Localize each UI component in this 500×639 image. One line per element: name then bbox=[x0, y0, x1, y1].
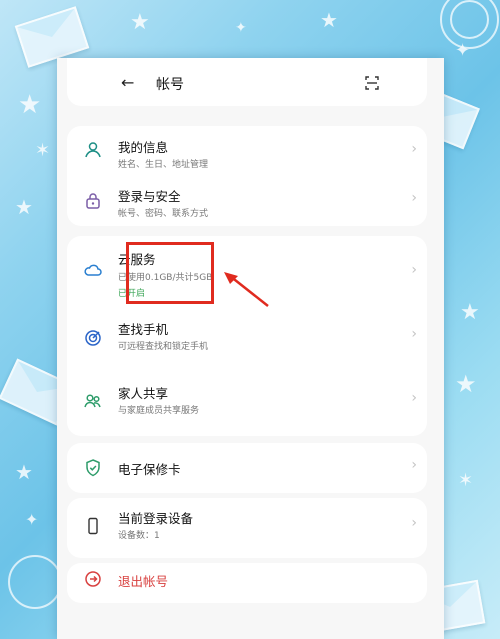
logout-icon bbox=[85, 571, 101, 587]
star-decoration: ★ bbox=[320, 8, 338, 32]
lock-icon bbox=[86, 193, 100, 209]
row-label: 查找手机 bbox=[118, 322, 169, 337]
row-subtitle: 可远程查找和锁定手机 bbox=[118, 342, 209, 352]
row-login-devices[interactable]: 当前登录设备 设备数：1 › bbox=[67, 498, 427, 558]
account-screen: ← 帐号 我的信息 姓名、生日、地址管理 › 登录与安全 帐号、密码、联系方式 bbox=[57, 58, 444, 639]
phone-icon bbox=[88, 517, 98, 535]
row-subtitle: 帐号、密码、联系方式 bbox=[118, 209, 209, 219]
row-family-share[interactable]: 家人共享 与家庭成员共享服务 › bbox=[67, 371, 427, 436]
page-title: 帐号 bbox=[156, 77, 184, 93]
row-label: 登录与安全 bbox=[118, 189, 181, 204]
row-find-phone[interactable]: 查找手机 可远程查找和锁定手机 › bbox=[67, 306, 427, 371]
cloud-icon bbox=[84, 264, 102, 276]
info-card: 我的信息 姓名、生日、地址管理 › 登录与安全 帐号、密码、联系方式 › bbox=[67, 126, 427, 226]
star-decoration: ★ bbox=[455, 370, 477, 398]
row-label: 当前登录设备 bbox=[118, 511, 194, 526]
scan-icon[interactable] bbox=[365, 76, 379, 90]
star-decoration: ★ bbox=[130, 10, 150, 35]
shield-icon bbox=[86, 459, 100, 477]
chevron-right-icon: › bbox=[411, 326, 417, 342]
row-my-info[interactable]: 我的信息 姓名、生日、地址管理 › bbox=[67, 126, 427, 176]
star-decoration: ★ bbox=[18, 90, 42, 120]
star-decoration: ✶ bbox=[458, 470, 474, 491]
star-decoration: ★ bbox=[15, 195, 33, 219]
warranty-card: 电子保修卡 › bbox=[67, 443, 427, 493]
annotation-highlight-box bbox=[126, 242, 214, 304]
row-subtitle: 与家庭成员共享服务 bbox=[118, 406, 200, 416]
target-icon bbox=[85, 330, 101, 346]
devices-card: 当前登录设备 设备数：1 › bbox=[67, 498, 427, 558]
row-label: 我的信息 bbox=[118, 140, 169, 155]
logout-card: 退出帐号 bbox=[67, 563, 427, 603]
star-decoration: ✦ bbox=[235, 20, 247, 36]
chevron-right-icon: › bbox=[411, 457, 417, 473]
row-subtitle: 设备数：1 bbox=[118, 531, 160, 541]
logout-label: 退出帐号 bbox=[118, 574, 169, 589]
annotation-arrow-icon bbox=[224, 272, 269, 307]
star-decoration: ★ bbox=[15, 460, 33, 484]
person-icon bbox=[85, 142, 101, 158]
star-decoration: ✦ bbox=[455, 40, 471, 61]
circle-decoration bbox=[8, 555, 62, 609]
arrow-left-icon[interactable]: ← bbox=[121, 73, 134, 92]
logout-button[interactable]: 退出帐号 bbox=[67, 563, 427, 603]
chevron-right-icon: › bbox=[411, 262, 417, 278]
star-decoration: ✶ bbox=[35, 140, 51, 161]
star-decoration: ✦ bbox=[25, 510, 39, 529]
row-warranty[interactable]: 电子保修卡 › bbox=[67, 443, 427, 493]
circle-decoration bbox=[450, 0, 489, 39]
app-header: ← 帐号 bbox=[57, 68, 444, 108]
chevron-right-icon: › bbox=[411, 141, 417, 157]
row-subtitle: 姓名、生日、地址管理 bbox=[118, 160, 209, 170]
row-login-security[interactable]: 登录与安全 帐号、密码、联系方式 › bbox=[67, 176, 427, 226]
row-label: 家人共享 bbox=[118, 386, 169, 401]
chevron-right-icon: › bbox=[411, 515, 417, 531]
services-card: 云服务 已使用0.1GB/共计5GB 已开启 › 查找手机 可远程查找和锁定手机… bbox=[67, 236, 427, 436]
star-decoration: ★ bbox=[460, 300, 480, 325]
family-icon bbox=[84, 394, 101, 408]
row-label: 电子保修卡 bbox=[118, 462, 181, 477]
chevron-right-icon: › bbox=[411, 190, 417, 206]
chevron-right-icon: › bbox=[411, 390, 417, 406]
